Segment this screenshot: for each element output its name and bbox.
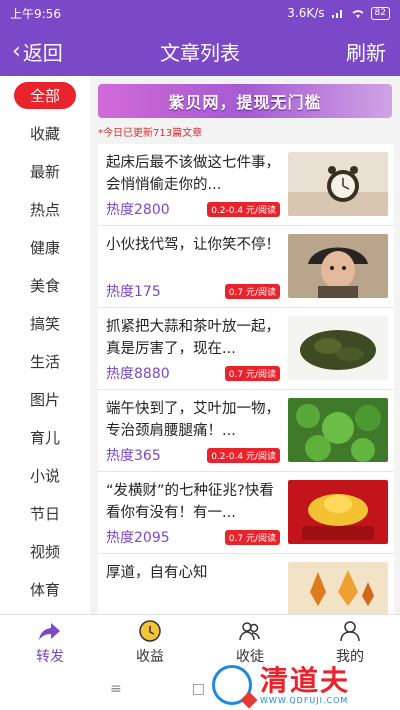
watermark-text-block: 清道夫 WWW.QDFUJI.COM <box>260 663 351 705</box>
status-bar: 上午9:56 3.6K/s 82 <box>0 0 400 26</box>
article-item[interactable]: 抓紧把大蒜和茶叶放一起，真是厉害了，现在... 热度8880 0.7 元/阅读 <box>98 308 394 390</box>
back-label: 返回 <box>22 40 63 65</box>
users-icon <box>239 621 260 640</box>
reward-badge: 0.7 元/阅读 <box>224 283 280 299</box>
sidebar-item-pictures[interactable]: 图片 <box>0 380 90 418</box>
watermark-text: 清道夫 <box>260 663 351 697</box>
sidebar-item-label: 图片 <box>29 390 60 409</box>
sidebar-item-life[interactable]: 生活 <box>0 342 90 380</box>
gold-ingot-image <box>288 480 388 544</box>
article-item[interactable]: 端午快到了，艾叶加一物，专治颈肩腰腿痛！... 热度365 0.2-0.4 元/… <box>98 390 394 472</box>
status-time: 上午9:56 <box>10 6 61 21</box>
watermark: 清道夫 WWW.QDFUJI.COM <box>200 660 400 710</box>
sidebar-item-label: 节日 <box>29 504 60 523</box>
watermark-logo-icon <box>212 665 252 705</box>
sidebar-item-label: 美食 <box>29 276 60 295</box>
sidebar-item-label: 收藏 <box>29 124 60 143</box>
article-title: 起床后最不该做这七件事，会悄悄偷走你的... <box>106 155 280 193</box>
article-title: 端午快到了，艾叶加一物，专治颈肩腰腿痛！... <box>106 401 280 439</box>
user-icon <box>340 620 360 641</box>
sidebar-item-label: 热点 <box>29 200 60 219</box>
autumn-leaves-image <box>288 562 388 614</box>
heat-count: 热度2095 <box>106 530 170 546</box>
article-text: 抓紧把大蒜和茶叶放一起，真是厉害了，现在... 热度8880 0.7 元/阅读 <box>106 316 288 383</box>
article-meta: 热度2095 0.7 元/阅读 <box>106 527 280 547</box>
battery-indicator: 82 <box>370 6 390 20</box>
tea-leaves-image <box>288 316 388 380</box>
article-meta: 热度175 0.7 元/阅读 <box>106 281 280 301</box>
sidebar-item-latest[interactable]: 最新 <box>0 152 90 190</box>
sidebar-item-food[interactable]: 美食 <box>0 266 90 304</box>
sidebar-item-sports[interactable]: 体育 <box>0 570 90 608</box>
article-item[interactable]: “发横财”的七种征兆?快看看你有没有！有一... 热度2095 0.7 元/阅读 <box>98 472 394 554</box>
sidebar-item-hot[interactable]: 热点 <box>0 190 90 228</box>
title-bar: ‹ 返回 文章列表 刷新 <box>0 26 400 76</box>
promo-banner[interactable]: 紫贝网，提现无门槛 <box>98 84 392 118</box>
menu-key[interactable]: ≡ <box>110 681 122 697</box>
article-item[interactable]: 起床后最不该做这七件事，会悄悄偷走你的... 热度2800 0.2-0.4 元/… <box>98 144 394 226</box>
heat-count: 热度8880 <box>106 366 170 382</box>
article-title: 小伙找代驾，让你笑不停！ <box>106 237 280 253</box>
article-text: 小伙找代驾，让你笑不停！ 热度175 0.7 元/阅读 <box>106 234 288 301</box>
woman-portrait-image <box>288 234 388 298</box>
reward-badge: 0.2-0.4 元/阅读 <box>207 201 280 217</box>
article-item[interactable]: 厚道，自有心知 <box>98 554 394 614</box>
heat-count: 热度175 <box>106 284 161 300</box>
sidebar-item-novel[interactable]: 小说 <box>0 456 90 494</box>
sidebar-item-label: 健康 <box>29 238 60 257</box>
chevron-left-icon: ‹ <box>12 38 21 64</box>
sidebar-item-label: 生活 <box>29 352 60 371</box>
sidebar-item-label: 体育 <box>29 580 60 599</box>
tab-share[interactable]: 转发 <box>0 615 100 668</box>
alarm-clock-image <box>288 152 388 216</box>
share-icon <box>39 622 60 640</box>
sidebar-item-label: 育儿 <box>29 428 60 447</box>
sidebar-item-parenting[interactable]: 育儿 <box>0 418 90 456</box>
article-panel: 紫贝网，提现无门槛 *今日已更新713篇文章 起床后最不该做这七件事，会悄悄偷走… <box>90 76 400 614</box>
back-button[interactable]: ‹ 返回 <box>12 26 63 76</box>
signal-icon <box>331 10 342 18</box>
reward-badge: 0.7 元/阅读 <box>224 529 280 545</box>
heat-count: 热度365 <box>106 448 161 464</box>
sidebar-item-label: 小说 <box>29 466 60 485</box>
tab-earnings[interactable]: 收益 <box>100 615 200 668</box>
tab-label: 转发 <box>36 648 64 665</box>
article-meta: 热度365 0.2-0.4 元/阅读 <box>106 445 280 465</box>
article-title: “发横财”的七种征兆?快看看你有没有！有一... <box>106 483 274 521</box>
article-title: 抓紧把大蒜和茶叶放一起，真是厉害了，现在... <box>106 319 280 357</box>
reward-badge: 0.2-0.4 元/阅读 <box>207 447 280 463</box>
watermark-url: WWW.QDFUJI.COM <box>260 695 349 705</box>
heat-count: 热度2800 <box>106 202 170 218</box>
sidebar-item-funny[interactable]: 搞笑 <box>0 304 90 342</box>
article-meta: 热度2800 0.2-0.4 元/阅读 <box>106 199 280 219</box>
sidebar-item-all[interactable]: 全部 <box>0 76 90 114</box>
sidebar-item-label: 视频 <box>29 542 60 561</box>
coin-icon <box>139 619 161 642</box>
article-text: 端午快到了，艾叶加一物，专治颈肩腰腿痛！... 热度365 0.2-0.4 元/… <box>106 398 288 465</box>
tab-label: 收益 <box>136 648 164 665</box>
status-right: 3.6K/s 82 <box>287 6 390 20</box>
update-note: *今日已更新713篇文章 <box>98 128 203 139</box>
article-item[interactable]: 小伙找代驾，让你笑不停！ 热度175 0.7 元/阅读 <box>98 226 394 308</box>
sidebar-item-festival[interactable]: 节日 <box>0 494 90 532</box>
wifi-icon <box>352 10 363 18</box>
mugwort-image <box>288 398 388 462</box>
sidebar-item-favorites[interactable]: 收藏 <box>0 114 90 152</box>
article-list: 起床后最不该做这七件事，会悄悄偷走你的... 热度2800 0.2-0.4 元/… <box>98 144 394 614</box>
network-speed: 3.6K/s <box>287 6 325 20</box>
article-text: 起床后最不该做这七件事，会悄悄偷走你的... 热度2800 0.2-0.4 元/… <box>106 152 288 219</box>
sidebar-item-video[interactable]: 视频 <box>0 532 90 570</box>
article-text: 厚道，自有心知 <box>106 562 288 614</box>
article-meta: 热度8880 0.7 元/阅读 <box>106 363 280 383</box>
article-text: “发横财”的七种征兆?快看看你有没有！有一... 热度2095 0.7 元/阅读 <box>106 480 288 547</box>
sidebar-item-label: 全部 <box>13 81 76 109</box>
refresh-button[interactable]: 刷新 <box>346 26 386 76</box>
sidebar-item-health[interactable]: 健康 <box>0 228 90 266</box>
sidebar-item-label: 搞笑 <box>29 314 60 333</box>
reward-badge: 0.7 元/阅读 <box>224 365 280 381</box>
category-sidebar: 全部 收藏 最新 热点 健康 美食 搞笑 生活 图片 育儿 小说 节日 视频 体… <box>0 76 90 614</box>
sidebar-item-label: 最新 <box>29 162 60 181</box>
article-title: 厚道，自有心知 <box>106 565 208 581</box>
